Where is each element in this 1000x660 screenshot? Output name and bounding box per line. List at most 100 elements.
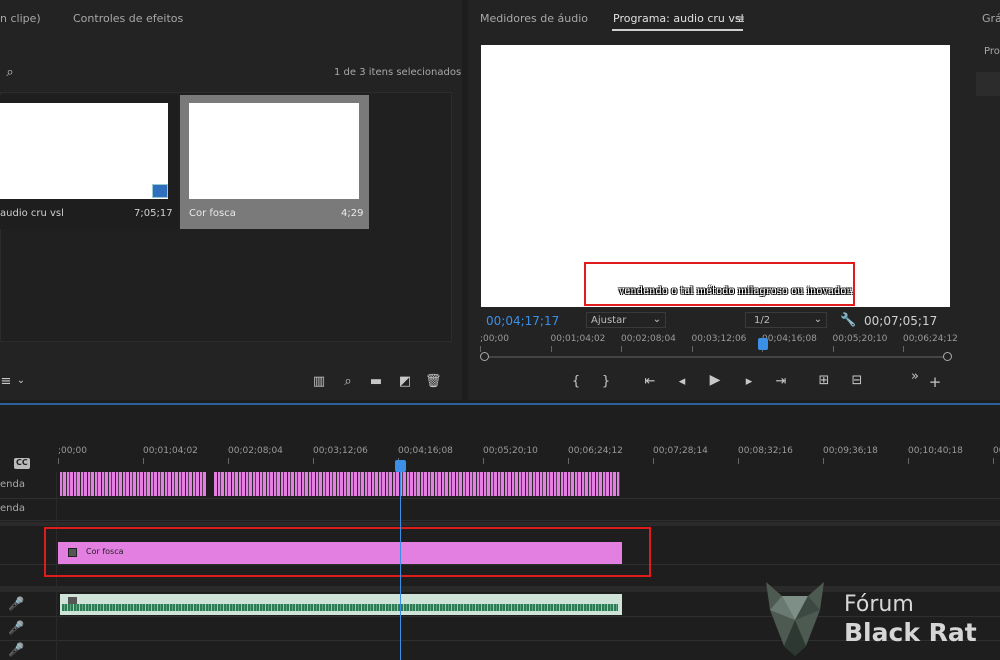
track-divider [0, 520, 1000, 521]
audio-waveform [62, 604, 618, 611]
ruler-tick-label: 00;03;12;06 [313, 446, 368, 456]
monitor-time-ruler[interactable]: ;00;00 00;01;04;02 00;02;08;04 00;03;12;06 0… [480, 334, 985, 352]
ruler-tick-mark [58, 458, 59, 464]
panel-menu-icon[interactable]: ≡ [734, 13, 746, 26]
ruler-tick-label: 00;05;20;10 [483, 446, 538, 456]
rat-logo-icon [766, 582, 824, 656]
ruler-tick-label: 00;06;24;12 [903, 334, 958, 344]
project-panel: n clipe) Controles de efeitos ⌕ 1 de 3 i… [0, 0, 462, 400]
ruler-tick-label: 00;01;04;02 [143, 446, 198, 456]
wrench-icon[interactable]: 🔧 [840, 314, 856, 327]
track-divider [0, 498, 1000, 499]
new-item-icon[interactable]: ◩ [397, 375, 413, 388]
play-icon[interactable]: ▶ [707, 373, 723, 387]
microphone-icon[interactable]: 🎤 [8, 644, 24, 657]
mark-in-icon[interactable]: { [570, 375, 582, 388]
ruler-tick-label: 00;02;08;04 [228, 446, 283, 456]
track-section-divider [0, 522, 1000, 526]
ruler-tick-mark [550, 346, 552, 352]
cc-button[interactable]: CC [14, 458, 30, 469]
total-duration: 00;07;05;17 [864, 314, 938, 328]
current-timecode[interactable]: 00;04;17;17 [486, 314, 559, 328]
project-item[interactable]: audio cru vsl 7;05;17 [0, 95, 178, 229]
resolution-dropdown[interactable]: 1/2 ⌄ [745, 312, 827, 328]
tab-clip[interactable]: n clipe) [0, 12, 41, 25]
zoom-handle-right[interactable] [943, 352, 952, 361]
thumbnail [0, 103, 168, 199]
audio-clip[interactable] [60, 594, 622, 615]
ruler-tick-mark [908, 458, 909, 464]
ruler-tick-label: 00;09;36;18 [823, 446, 878, 456]
ruler-tick-label: ;00;00 [58, 446, 87, 456]
project-item-selected[interactable]: Cor fosca 4;29 [180, 95, 369, 229]
extract-icon[interactable]: ⊟ [848, 374, 866, 387]
program-monitor-panel: Medidores de áudio Programa: audio cru v… [468, 0, 985, 400]
chevron-down-icon[interactable]: ⌄ [14, 374, 28, 387]
item-name: Cor fosca [189, 208, 236, 219]
timeline-playhead-line[interactable] [400, 468, 401, 660]
chevron-down-icon: ⌄ [813, 314, 823, 325]
sort-icon[interactable]: ≡ [0, 375, 12, 388]
step-back-icon[interactable]: ◂ [675, 375, 689, 388]
ruler-tick-label: 00;04;16;08 [762, 334, 817, 344]
ruler-tick-mark [653, 458, 654, 464]
resolution-label: 1/2 [754, 315, 771, 326]
sequence-icon [152, 184, 168, 198]
ruler-tick-label: 00;05;20;10 [832, 334, 888, 344]
thumbnail [189, 103, 359, 199]
microphone-icon[interactable]: 🎤 [8, 622, 24, 635]
more-buttons-icon[interactable]: » [909, 370, 921, 383]
timeline-ruler[interactable]: ;00;00 00;01;04;02 00;02;08;04 00;03;12;06 0… [58, 446, 1000, 472]
essential-graphics-panel: Grá Pro [968, 0, 1000, 400]
ruler-tick-mark [313, 458, 314, 464]
ruler-tick-mark [738, 458, 739, 464]
ruler-tick-mark [483, 458, 484, 464]
ruler-tick-label: 00;10;40;18 [908, 446, 963, 456]
ruler-tick-mark [832, 346, 834, 352]
watermark-line1: Fórum [844, 592, 914, 617]
zoom-handle-left[interactable] [480, 352, 489, 361]
ruler-tick-mark [228, 458, 229, 464]
caption-highlight-box [584, 262, 855, 306]
caption-clips-segment[interactable] [214, 472, 620, 496]
ruler-tick-label: ;00;00 [480, 334, 509, 344]
cc-label: CC [16, 458, 28, 467]
tab-effect-controls[interactable]: Controles de efeitos [73, 12, 183, 25]
go-to-out-icon[interactable]: ⇥ [773, 375, 789, 388]
tab-graphics[interactable]: Grá [982, 12, 1000, 25]
ruler-tick-label: 00;11;4 [993, 446, 1000, 456]
graphics-subtab[interactable]: Pro [984, 46, 1000, 57]
caption-track-label: enda [0, 479, 25, 490]
ruler-tick-label: 00;02;08;04 [621, 334, 676, 344]
go-to-in-icon[interactable]: ⇤ [642, 375, 658, 388]
ruler-tick-mark [621, 346, 622, 352]
watermark-line2: Black Rat [844, 618, 977, 647]
fit-dropdown[interactable]: Ajustar ⌄ [586, 312, 666, 328]
item-duration: 4;29 [341, 208, 364, 219]
new-bin-icon[interactable]: ▬ [368, 375, 384, 388]
watermark: Fórum Black Rat [760, 576, 1000, 660]
find-icon[interactable]: ⌕ [340, 375, 356, 388]
ruler-tick-label: 00;08;32;16 [738, 446, 793, 456]
microphone-icon[interactable]: 🎤 [8, 598, 24, 611]
zoom-scrollbar[interactable] [482, 356, 950, 358]
automate-to-sequence-icon[interactable]: ▥ [311, 375, 327, 388]
mark-out-icon[interactable]: } [600, 375, 612, 388]
caption-clips-segment[interactable] [60, 472, 206, 496]
ruler-tick-mark [480, 346, 481, 352]
ruler-tick-mark [143, 458, 144, 464]
step-forward-icon[interactable]: ▸ [742, 375, 756, 388]
folder-search-icon[interactable]: ⌕ [2, 66, 18, 79]
chevron-down-icon: ⌄ [652, 314, 662, 325]
tab-audio-meters[interactable]: Medidores de áudio [480, 12, 588, 25]
tab-program[interactable]: Programa: audio cru vsl [613, 12, 744, 25]
ruler-tick-label: 00;01;04;02 [550, 334, 606, 344]
selection-status: 1 de 3 itens selecionados [334, 67, 462, 78]
add-button-icon[interactable]: + [928, 375, 942, 390]
ruler-tick-label: 00;06;24;12 [568, 446, 623, 456]
lift-icon[interactable]: ⊞ [815, 374, 833, 387]
fit-label: Ajustar [591, 315, 627, 326]
trash-icon[interactable]: 🗑 [425, 375, 442, 388]
monitor-playhead[interactable] [758, 338, 768, 350]
panel-divider [0, 403, 1000, 405]
